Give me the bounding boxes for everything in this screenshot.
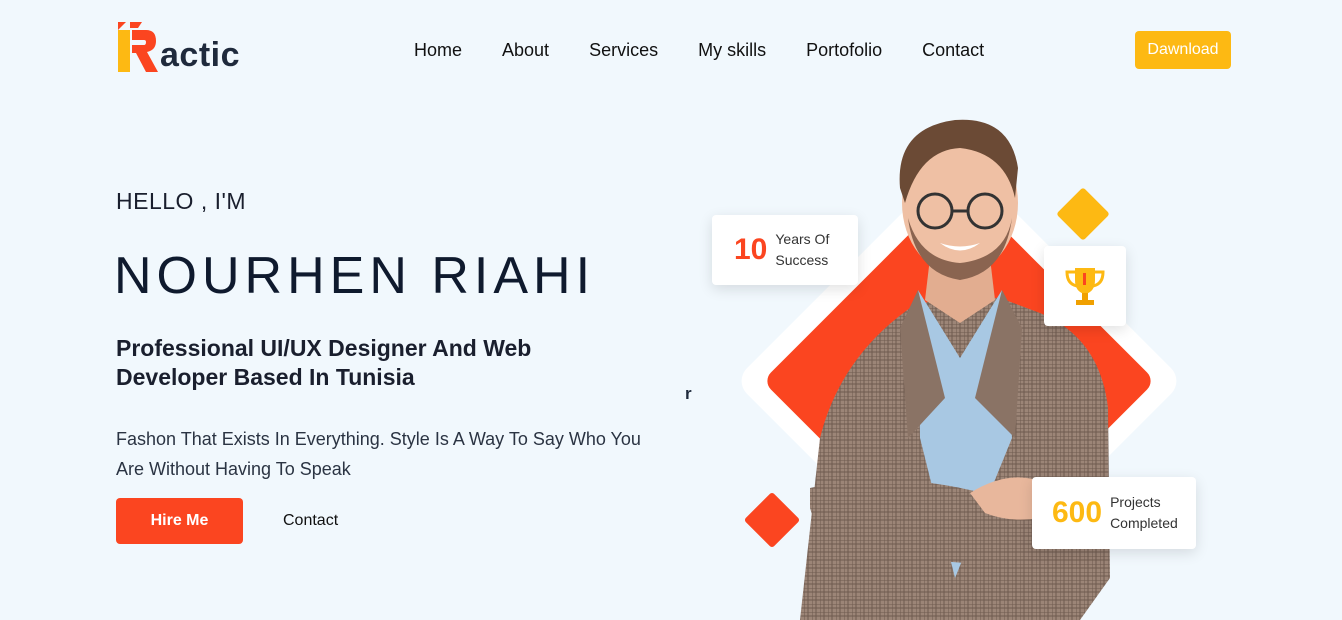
main-nav: Home About Services My skills Portofolio… [394,38,1004,64]
greeting: HELLO , I'M [116,188,247,214]
nav-my-skills[interactable]: My skills [678,38,786,64]
trophy-icon [1065,268,1105,305]
years-label-line-1: Years Of [775,231,830,247]
projects-label: Projects Completed [1110,492,1178,534]
trophy-card [1044,246,1126,326]
description-line-1: Fashon That Exists In Everything. Style … [116,429,641,449]
projects-label-line-1: Projects [1110,494,1161,510]
years-label-line-2: Success [775,252,829,268]
headline-line-2: Developer Based In Tunisia [116,364,415,390]
stray-text: r [685,384,692,403]
projects-label-line-2: Completed [1110,515,1178,531]
description-line-2: Are Without Having To Speak [116,459,351,479]
nav-portfolio[interactable]: Portofolio [786,38,902,64]
logo[interactable]: actic [116,20,266,74]
years-of-success-card: 10 Years Of Success [712,215,858,285]
download-button[interactable]: Dawnload [1135,31,1231,69]
projects-number: 600 [1052,496,1103,529]
hero-name: NOURHEN RIAHI [114,247,596,305]
nav-about[interactable]: About [482,38,569,64]
projects-completed-card: 600 Projects Completed [1032,477,1196,549]
logo-text: actic [160,36,240,74]
nav-contact[interactable]: Contact [902,38,1004,64]
contact-link[interactable]: Contact [283,512,338,530]
hero-description: Fashon That Exists In Everything. Style … [116,424,676,484]
hire-me-button[interactable]: Hire Me [116,498,243,544]
hero-headline: Professional UI/UX Designer And Web Deve… [116,334,596,392]
years-number: 10 [734,233,768,266]
years-label: Years Of Success [775,229,829,271]
nav-home[interactable]: Home [394,38,482,64]
headline-line-1: Professional UI/UX Designer And Web [116,335,532,361]
logo-r-icon [118,22,158,72]
nav-services[interactable]: Services [569,38,678,64]
